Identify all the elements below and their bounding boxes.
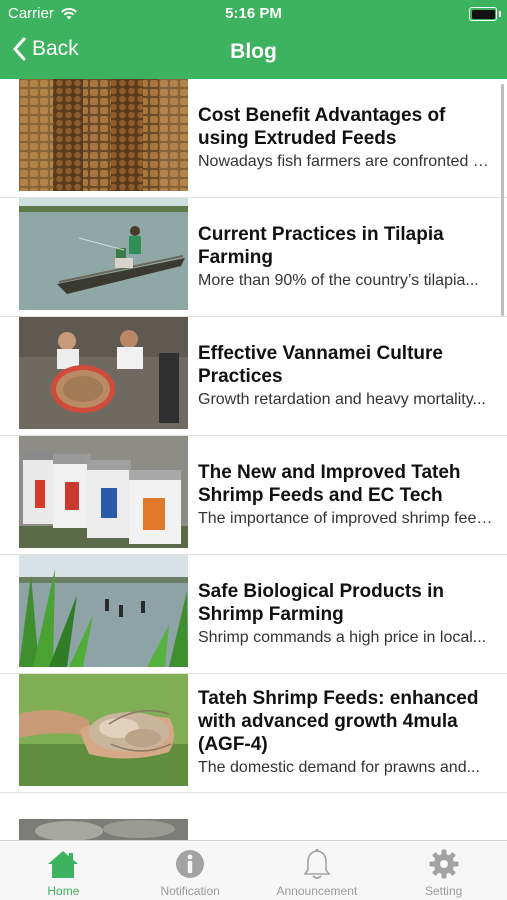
tab-bar: Home Notification Announcement Setting	[0, 840, 507, 900]
tab-label: Home	[47, 884, 80, 898]
shrimp-hands-photo	[19, 674, 188, 786]
shrimp-pond-photo	[19, 555, 188, 667]
tab-label: Notification	[160, 884, 220, 898]
feed-bags-photo	[19, 436, 188, 548]
post-excerpt: Shrimp commands a high price in local...	[198, 628, 487, 646]
navigation-bar: Back Blog	[0, 28, 507, 79]
tab-label: Setting	[424, 884, 463, 898]
post-excerpt: The importance of improved shrimp feeds.…	[198, 509, 495, 527]
gear-icon	[429, 849, 459, 879]
blog-post-row[interactable]: Tateh Shrimp Feeds: enhanced with advanc…	[0, 674, 507, 793]
post-excerpt: The domestic demand for prawns and...	[198, 759, 480, 776]
shrimp-harvest-photo	[19, 317, 188, 429]
post-title: Effective Vannamei Culture Practices	[198, 342, 443, 387]
post-title: Cost Benefit Advantages of using Extrude…	[198, 104, 446, 149]
post-title: Safe Biological Products in Shrimp Farmi…	[198, 580, 444, 625]
post-excerpt: More than 90% of the country’s tilapia..…	[198, 271, 479, 289]
post-excerpt: Growth retardation and heavy mortality..…	[198, 390, 486, 408]
status-time: 5:16 PM	[225, 5, 282, 22]
tab-home[interactable]: Home	[0, 841, 127, 900]
feed-pellets-photo	[19, 79, 188, 191]
blog-post-row[interactable]	[0, 819, 507, 840]
blog-post-row[interactable]: The New and Improved Tateh Shrimp Feeds …	[0, 436, 507, 555]
bell-icon	[303, 848, 331, 879]
shrimp-photo	[19, 819, 188, 840]
tab-announcement[interactable]: Announcement	[254, 841, 381, 900]
tab-setting[interactable]: Setting	[380, 841, 507, 900]
post-title: Current Practices in Tilapia Farming	[198, 223, 444, 268]
home-icon	[48, 851, 79, 878]
blog-post-row[interactable]: Cost Benefit Advantages of using Extrude…	[0, 79, 507, 198]
tab-label: Announcement	[276, 884, 358, 898]
post-title: The New and Improved Tateh Shrimp Feeds …	[198, 461, 461, 506]
post-excerpt: Nowadays fish farmers are confronted wit…	[198, 152, 495, 170]
info-icon	[176, 850, 205, 878]
post-title: Tateh Shrimp Feeds: enhanced with advanc…	[198, 688, 479, 755]
status-bar: Carrier 5:16 PM	[0, 0, 507, 28]
blog-post-row[interactable]: Current Practices in Tilapia Farming Mor…	[0, 198, 507, 317]
battery-icon	[469, 7, 501, 21]
blog-post-row[interactable]: Effective Vannamei Culture Practices Gro…	[0, 317, 507, 436]
page-title: Blog	[230, 40, 277, 63]
blog-post-row[interactable]: Safe Biological Products in Shrimp Farmi…	[0, 555, 507, 674]
fisherman-boat-photo	[19, 198, 188, 310]
scroll-indicator[interactable]	[501, 84, 504, 316]
tab-notification[interactable]: Notification	[127, 841, 254, 900]
blog-list[interactable]: Cost Benefit Advantages of using Extrude…	[0, 79, 507, 840]
